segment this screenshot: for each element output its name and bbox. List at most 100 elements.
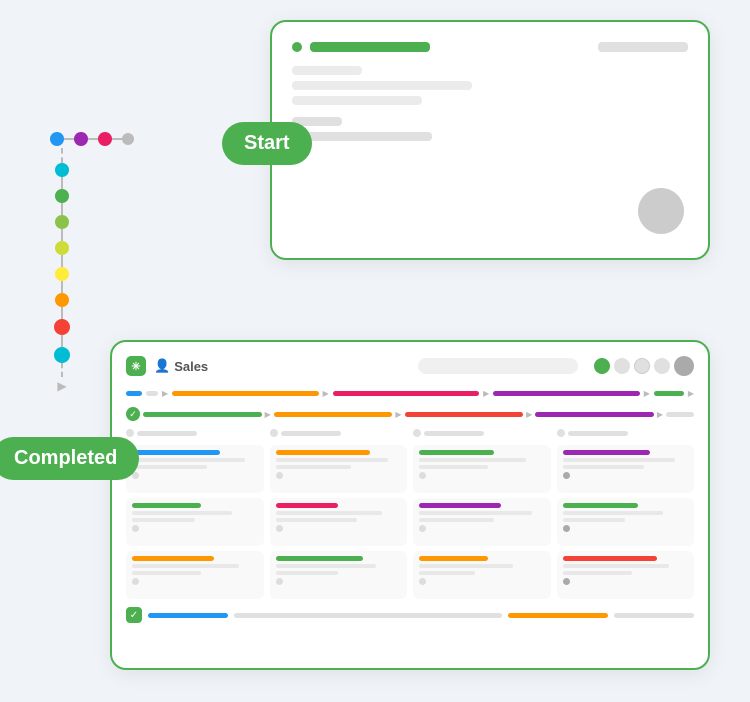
arrow-right3: ▶ xyxy=(483,389,489,398)
swimlane-row2: ✓ ▶ ▶ ▶ ▶ xyxy=(126,407,694,421)
item-bar-sm xyxy=(276,458,389,462)
hd-gray1 xyxy=(614,358,630,374)
item-dots xyxy=(563,472,689,479)
progress-green xyxy=(143,412,262,417)
card-item xyxy=(270,498,408,546)
item-bar-sm xyxy=(563,518,626,522)
avatar xyxy=(638,188,684,234)
dot xyxy=(132,578,139,585)
completed-badge: Completed xyxy=(0,437,139,480)
swimlane-header: ▶ ▶ ▶ ▶ ▶ xyxy=(126,386,694,401)
app-title: 👤 Sales xyxy=(154,358,208,374)
start-row1 xyxy=(292,42,688,52)
arrow: ▶ xyxy=(657,410,663,419)
item-dots xyxy=(563,525,689,532)
board-col-3 xyxy=(413,429,551,599)
item-bar-green xyxy=(132,503,201,508)
item-bar-sm xyxy=(563,465,645,469)
col-label xyxy=(137,431,197,436)
item-bar-sm xyxy=(563,511,663,515)
app-icon: ✳ xyxy=(126,356,146,376)
dot-orange xyxy=(55,293,69,307)
content-block1 xyxy=(292,66,688,105)
col-label xyxy=(568,431,628,436)
card-item xyxy=(270,445,408,493)
item-bar-green xyxy=(419,450,494,455)
item-dots xyxy=(419,525,545,532)
item-bar-sm xyxy=(563,458,676,462)
dot-teal xyxy=(55,163,69,177)
item-bar-green xyxy=(563,503,638,508)
item-bar-purple xyxy=(419,503,501,508)
col-dot xyxy=(126,429,134,437)
item-bar-sm xyxy=(419,518,494,522)
arrow-down: ▶ xyxy=(57,379,66,393)
dot xyxy=(563,525,570,532)
card-item xyxy=(557,551,695,599)
dot xyxy=(419,578,426,585)
dash-v xyxy=(61,203,63,215)
dot xyxy=(132,525,139,532)
col-header-4 xyxy=(557,429,695,437)
item-bar-sm xyxy=(276,571,339,575)
dot xyxy=(276,578,283,585)
card-item xyxy=(413,551,551,599)
item-dots xyxy=(419,578,545,585)
dot xyxy=(419,525,426,532)
bottom-bar-gray xyxy=(234,613,502,618)
arrow-right: ▶ xyxy=(162,389,168,398)
col-dot xyxy=(270,429,278,437)
item-bar-sm xyxy=(419,465,488,469)
dash xyxy=(112,138,122,140)
item-dots xyxy=(132,525,258,532)
start-card: Start xyxy=(270,20,710,260)
dot-purple xyxy=(74,132,88,146)
item-bar-green xyxy=(276,556,364,561)
item-bar-sm xyxy=(276,465,351,469)
sl-pink xyxy=(333,391,479,396)
card-item xyxy=(126,445,264,493)
hd-gray3 xyxy=(654,358,670,374)
item-bar-orange xyxy=(276,450,370,455)
sl-blue xyxy=(126,391,142,396)
item-bar-purple xyxy=(563,450,651,455)
sl-purple xyxy=(493,391,639,396)
dot-yellow xyxy=(55,267,69,281)
progress-red xyxy=(405,412,524,417)
light-bar xyxy=(292,66,362,75)
board-col-4 xyxy=(557,429,695,599)
content-block2 xyxy=(292,117,688,141)
item-bar-sm xyxy=(132,465,207,469)
bottom-bar-gray2 xyxy=(614,613,694,618)
item-bar-sm xyxy=(276,518,358,522)
dot-chain-vertical: ▶ xyxy=(54,148,70,393)
hd-green xyxy=(594,358,610,374)
check-mark: ✓ xyxy=(129,409,137,420)
card-item xyxy=(557,498,695,546)
card-item xyxy=(557,445,695,493)
item-bar-sm xyxy=(276,564,376,568)
green-bar xyxy=(310,42,430,52)
light-bar xyxy=(292,96,422,105)
board-col-2 xyxy=(270,429,408,599)
col-header-1 xyxy=(126,429,264,437)
person-icon: 👤 xyxy=(154,358,170,374)
item-bar-orange xyxy=(419,556,488,561)
dash-v xyxy=(61,255,63,267)
item-dots xyxy=(419,472,545,479)
item-bar-sm xyxy=(563,571,632,575)
dot xyxy=(419,472,426,479)
arrow: ▶ xyxy=(265,410,271,419)
search-bar[interactable] xyxy=(418,358,578,374)
header-dots xyxy=(594,356,694,376)
dot-red xyxy=(54,319,70,335)
item-dots xyxy=(563,578,689,585)
item-bar-red xyxy=(563,556,657,561)
dot xyxy=(563,578,570,585)
item-dots xyxy=(276,525,402,532)
green-square: ✓ xyxy=(126,607,142,623)
dash xyxy=(88,138,98,140)
dash-v xyxy=(61,363,63,377)
item-bar-sm xyxy=(132,518,195,522)
card-item xyxy=(413,498,551,546)
